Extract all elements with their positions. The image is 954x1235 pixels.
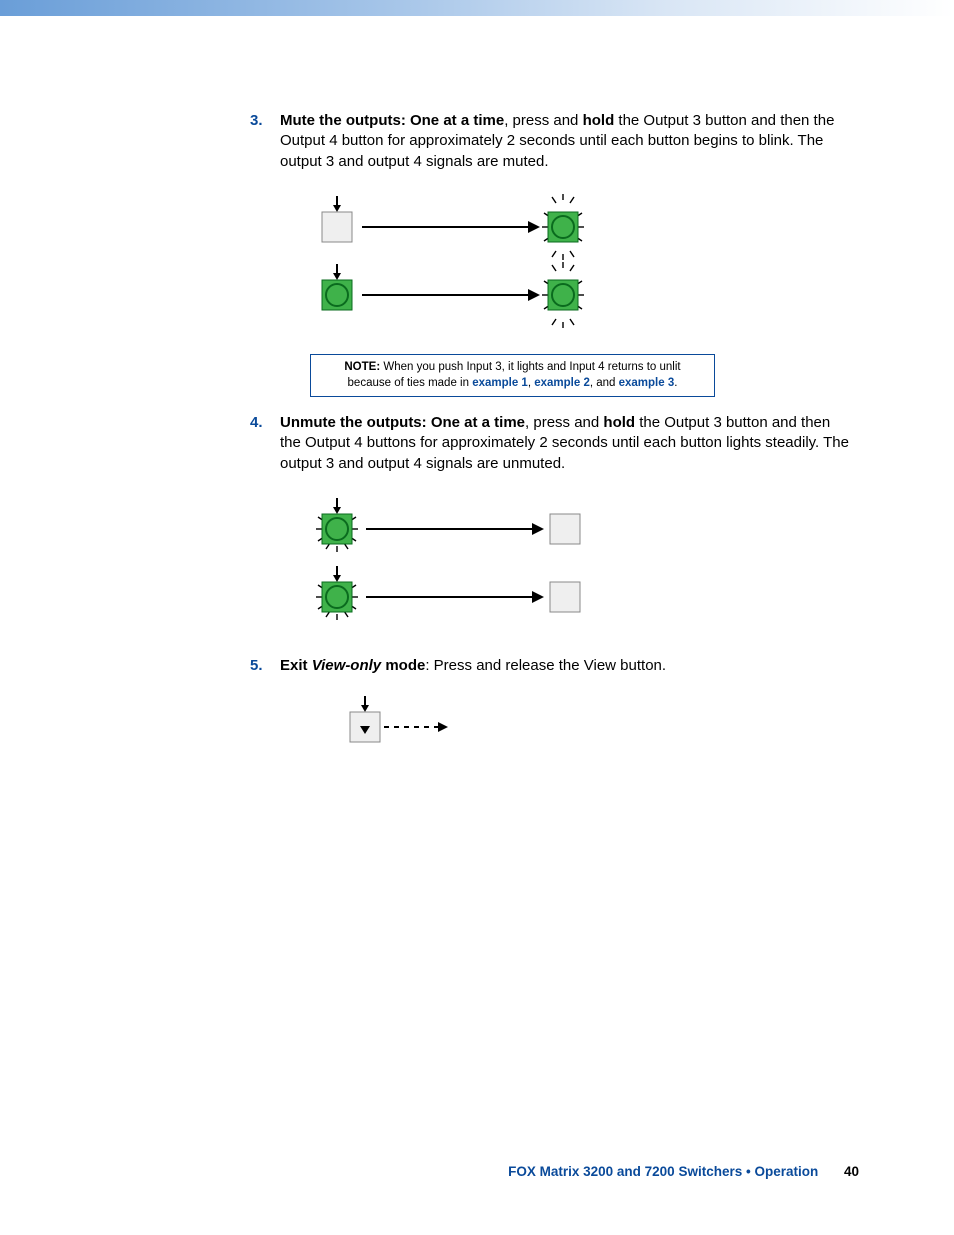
- step-4-hold: hold: [603, 414, 635, 431]
- top-header-bar: [0, 0, 954, 16]
- step-5-rest: : Press and release the View button.: [425, 657, 666, 674]
- note-dot: .: [674, 377, 677, 389]
- step-3-mid1: , press and: [504, 112, 582, 129]
- footer-title: FOX Matrix 3200 and 7200 Switchers • Ope…: [508, 1164, 818, 1179]
- step-4-mid1: , press and: [525, 414, 603, 431]
- figure-unmute: [310, 492, 854, 638]
- step-5-mode: View-only: [312, 657, 381, 674]
- step-4-lead: Unmute the outputs: One at a time: [280, 414, 525, 431]
- note-link-ex3[interactable]: example 3: [619, 377, 675, 389]
- step-4-text: Unmute the outputs: One at a time, press…: [280, 414, 849, 472]
- step-3-number: 3.: [250, 111, 263, 131]
- note-label: NOTE:: [344, 361, 380, 373]
- step-3-text: Mute the outputs: One at a time, press a…: [280, 112, 834, 170]
- step-4: 4. Unmute the outputs: One at a time, pr…: [250, 413, 854, 638]
- step-3-lead: Mute the outputs: One at a time: [280, 112, 504, 129]
- note-box: NOTE: When you push Input 3, it lights a…: [310, 354, 715, 397]
- step-3-hold: hold: [583, 112, 615, 129]
- figure-view: [340, 694, 854, 770]
- note-link-ex1[interactable]: example 1: [472, 377, 528, 389]
- figure-mute: [310, 190, 854, 336]
- footer-page-number: 40: [844, 1164, 859, 1179]
- note-comma-2: , and: [590, 377, 619, 389]
- step-4-number: 4.: [250, 413, 263, 433]
- page-content: 3. Mute the outputs: One at a time, pres…: [0, 16, 954, 771]
- step-3: 3. Mute the outputs: One at a time, pres…: [250, 111, 854, 397]
- step-5: 5. Exit View-only mode: Press and releas…: [250, 656, 854, 771]
- step-5-text: Exit View-only mode: Press and release t…: [280, 657, 666, 674]
- step-5-number: 5.: [250, 656, 263, 676]
- figure-unmute-svg: [310, 492, 610, 632]
- figure-mute-svg: [310, 190, 610, 330]
- page-footer: FOX Matrix 3200 and 7200 Switchers • Ope…: [0, 1164, 954, 1179]
- note-link-ex2[interactable]: example 2: [534, 377, 590, 389]
- figure-view-svg: [340, 694, 480, 764]
- step-5-lead: Exit: [280, 657, 312, 674]
- step-5-lead2: mode: [381, 657, 425, 674]
